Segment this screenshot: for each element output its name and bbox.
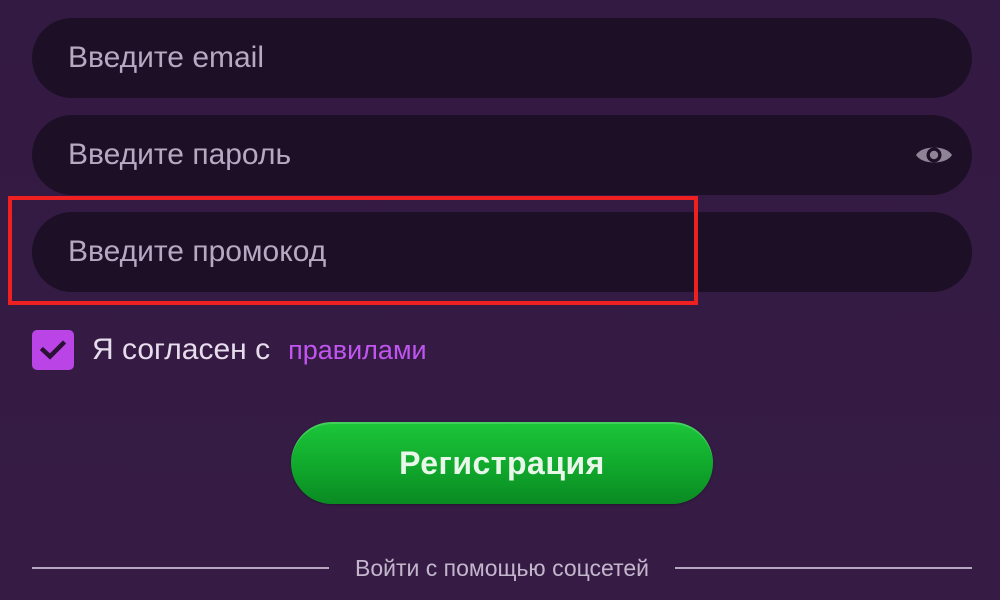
rules-link[interactable]: правилами — [288, 335, 427, 366]
registration-form: Я согласен с правилами Регистрация Войти… — [0, 0, 1000, 600]
eye-icon[interactable] — [914, 141, 954, 169]
email-input[interactable] — [66, 17, 938, 99]
email-field-container — [32, 17, 972, 99]
social-login-label: Войти с помощью соцсетей — [355, 554, 649, 581]
password-input[interactable] — [66, 114, 914, 196]
divider-line-right — [674, 567, 973, 569]
register-button[interactable]: Регистрация — [291, 422, 713, 504]
promo-field-container — [32, 211, 972, 293]
promo-input[interactable] — [66, 211, 938, 293]
eye-icon-graphic — [916, 147, 952, 163]
divider-line-left — [32, 567, 330, 569]
social-login-divider: Войти с помощью соцсетей — [32, 552, 973, 584]
agree-checkbox[interactable] — [32, 330, 74, 370]
checkmark-icon — [40, 340, 66, 360]
agreement-row: Я согласен с правилами — [32, 330, 427, 370]
agree-label: Я согласен с — [92, 333, 271, 366]
password-field-container — [32, 114, 972, 196]
